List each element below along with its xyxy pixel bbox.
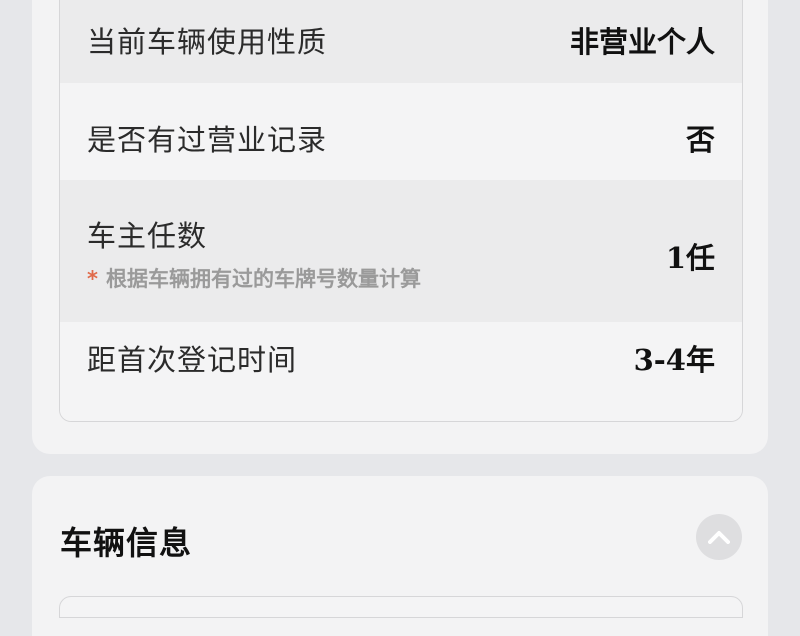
- owner-count-note: * 根据车辆拥有过的车牌号数量计算: [87, 263, 421, 293]
- usage-row-first-registration: 距首次登记时间 3-4年: [60, 322, 742, 421]
- usage-row-label: 距首次登记时间: [87, 343, 298, 377]
- usage-row-label: 当前车辆使用性质: [87, 25, 328, 59]
- vehicle-info-table: [59, 596, 743, 618]
- usage-row-value: 3-4年: [633, 343, 715, 377]
- usage-row-label: 车主任数: [87, 219, 208, 253]
- usage-row-value: 1任: [665, 241, 715, 275]
- chevron-up-icon: [708, 530, 730, 544]
- collapse-button[interactable]: [696, 514, 742, 560]
- vehicle-info-title: 车辆信息: [60, 524, 193, 562]
- usage-row-value: 非营业个人: [569, 25, 715, 59]
- note-asterisk: *: [87, 267, 98, 291]
- usage-row-value: 否: [685, 123, 715, 157]
- note-text: 根据车辆拥有过的车牌号数量计算: [105, 267, 421, 291]
- usage-row-vehicle-nature: 当前车辆使用性质 非营业个人: [60, 0, 742, 83]
- usage-row-commercial-record: 是否有过营业记录 否: [60, 83, 742, 180]
- usage-table: 当前车辆使用性质 非营业个人 是否有过营业记录 否 车主任数 * 根据车辆拥有过的…: [59, 0, 743, 422]
- usage-row-owner-count: 车主任数 * 根据车辆拥有过的车牌号数量计算 1任: [60, 180, 742, 322]
- usage-row-label: 是否有过营业记录: [87, 123, 328, 157]
